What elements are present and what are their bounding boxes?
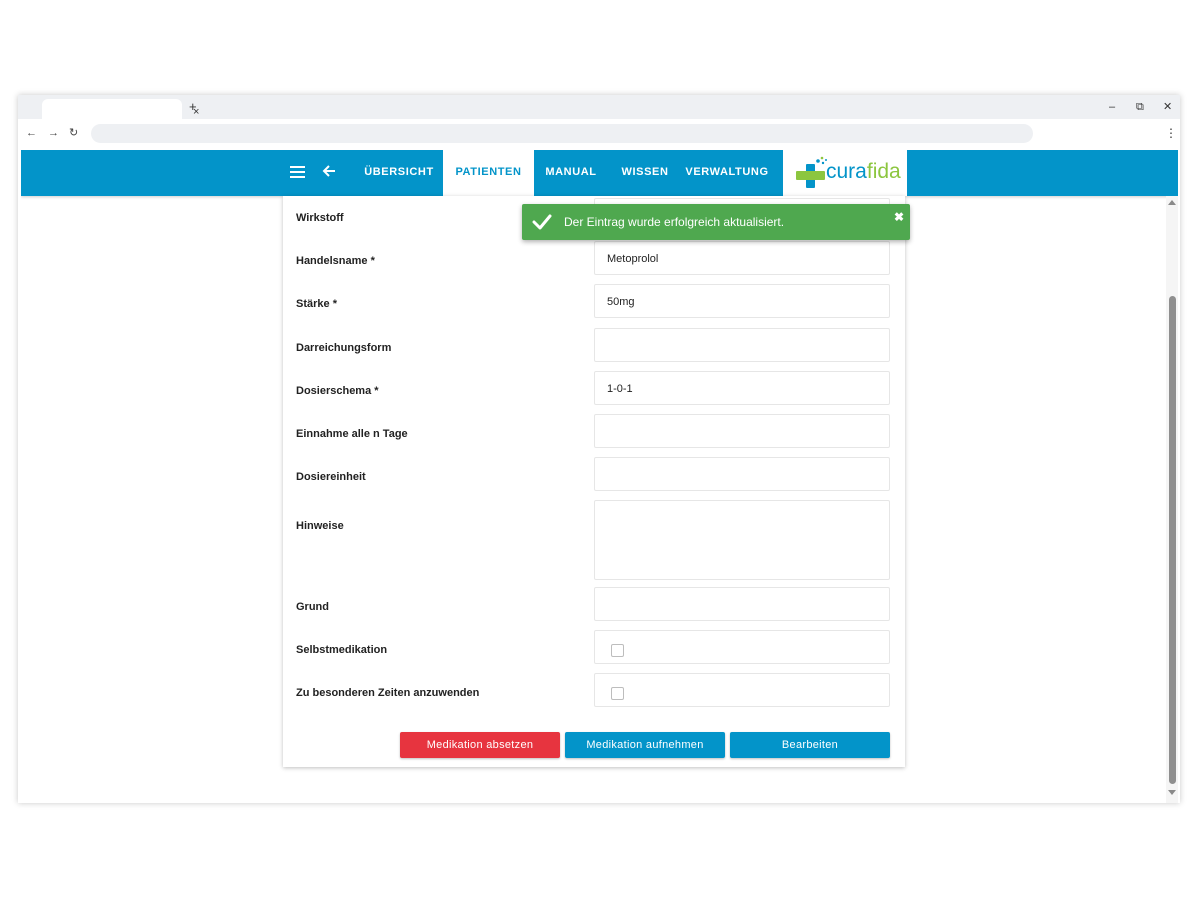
back-icon[interactable]: ← bbox=[26, 126, 37, 140]
minimize-icon[interactable]: – bbox=[1109, 101, 1115, 113]
einnahme-alle-n-tage-field[interactable] bbox=[594, 414, 890, 448]
besondere-zeiten-checkbox[interactable] bbox=[611, 687, 624, 700]
medikation-absetzen-button[interactable]: Medikation absetzen bbox=[400, 732, 560, 758]
label-einnahme-alle-n-tage: Einnahme alle n Tage bbox=[296, 428, 408, 440]
darreichungsform-field[interactable] bbox=[594, 328, 890, 362]
grund-field[interactable] bbox=[594, 587, 890, 621]
label-wirkstoff: Wirkstoff bbox=[296, 212, 344, 224]
dosiereinheit-field[interactable] bbox=[594, 457, 890, 491]
toast-message: Der Eintrag wurde erfolgreich aktualisie… bbox=[564, 215, 785, 229]
handelsname-field[interactable]: Metoprolol bbox=[594, 241, 890, 275]
scroll-down-arrow-icon[interactable] bbox=[1168, 790, 1176, 795]
selbstmedikation-checkbox[interactable] bbox=[611, 644, 624, 657]
scrollbar-thumb[interactable] bbox=[1169, 296, 1176, 784]
nav-uebersicht[interactable]: ÜBERSICHT bbox=[357, 150, 441, 196]
page-viewport: ÜBERSICHT PATIENTEN MANUAL WISSEN VERWAL… bbox=[21, 150, 1178, 803]
app-bar: ÜBERSICHT PATIENTEN MANUAL WISSEN VERWAL… bbox=[21, 150, 1178, 196]
browser-window: × + – ⧉ ✕ ← → ↻ ⋮ ÜBERSICHT PATIENTEN MA… bbox=[18, 95, 1180, 803]
label-grund: Grund bbox=[296, 601, 329, 613]
medikation-aufnehmen-button[interactable]: Medikation aufnehmen bbox=[565, 732, 725, 758]
label-dosierschema: Dosierschema * bbox=[296, 385, 379, 397]
new-tab-icon[interactable]: + bbox=[189, 100, 197, 114]
dosierschema-field[interactable]: 1-0-1 bbox=[594, 371, 890, 405]
label-darreichungsform: Darreichungsform bbox=[296, 342, 392, 354]
selbstmedikation-row-box bbox=[594, 630, 890, 664]
app-back-arrow-icon[interactable] bbox=[321, 163, 337, 179]
restore-icon[interactable]: ⧉ bbox=[1136, 101, 1144, 113]
browser-menu-icon[interactable]: ⋮ bbox=[1165, 126, 1177, 140]
toast-close-icon[interactable]: ✖ bbox=[894, 210, 904, 224]
label-selbstmedikation: Selbstmedikation bbox=[296, 644, 388, 656]
reload-icon[interactable]: ↻ bbox=[69, 126, 78, 140]
scroll-up-arrow-icon[interactable] bbox=[1168, 200, 1176, 205]
label-staerke: Stärke * bbox=[296, 298, 337, 310]
bearbeiten-button[interactable]: Bearbeiten bbox=[730, 732, 890, 758]
label-besondere-zeiten: Zu besonderen Zeiten anzuwenden bbox=[296, 687, 480, 699]
label-handelsname: Handelsname * bbox=[296, 255, 375, 267]
checkmark-icon bbox=[532, 214, 552, 230]
close-window-icon[interactable]: ✕ bbox=[1163, 101, 1172, 113]
forward-icon[interactable]: → bbox=[48, 126, 59, 140]
nav-patienten[interactable]: PATIENTEN bbox=[443, 150, 534, 196]
nav-manual[interactable]: MANUAL bbox=[536, 150, 606, 196]
medication-form-card: Wirkstoff Handelsname * Metoprolol Stärk… bbox=[283, 196, 905, 767]
logo-wordmark: curafida bbox=[826, 160, 901, 183]
curafida-logo[interactable]: curafida bbox=[783, 150, 907, 196]
tab-strip: × + – ⧉ ✕ bbox=[18, 95, 1180, 119]
staerke-field[interactable]: 50mg bbox=[594, 284, 890, 318]
logo-cross-icon bbox=[796, 156, 827, 188]
success-toast: Der Eintrag wurde erfolgreich aktualisie… bbox=[522, 204, 910, 240]
label-dosiereinheit: Dosiereinheit bbox=[296, 471, 366, 483]
browser-toolbar: ← → ↻ ⋮ bbox=[18, 119, 1180, 148]
scrollbar[interactable] bbox=[1166, 196, 1178, 803]
nav-verwaltung[interactable]: VERWALTUNG bbox=[681, 150, 773, 196]
nav-wissen[interactable]: WISSEN bbox=[613, 150, 677, 196]
besondere-zeiten-row-box bbox=[594, 673, 890, 707]
hamburger-menu-icon[interactable] bbox=[290, 166, 305, 178]
address-bar[interactable] bbox=[91, 124, 1033, 143]
browser-tab[interactable]: × bbox=[42, 99, 199, 119]
label-hinweise: Hinweise bbox=[296, 520, 344, 532]
hinweise-textarea[interactable] bbox=[594, 500, 890, 580]
